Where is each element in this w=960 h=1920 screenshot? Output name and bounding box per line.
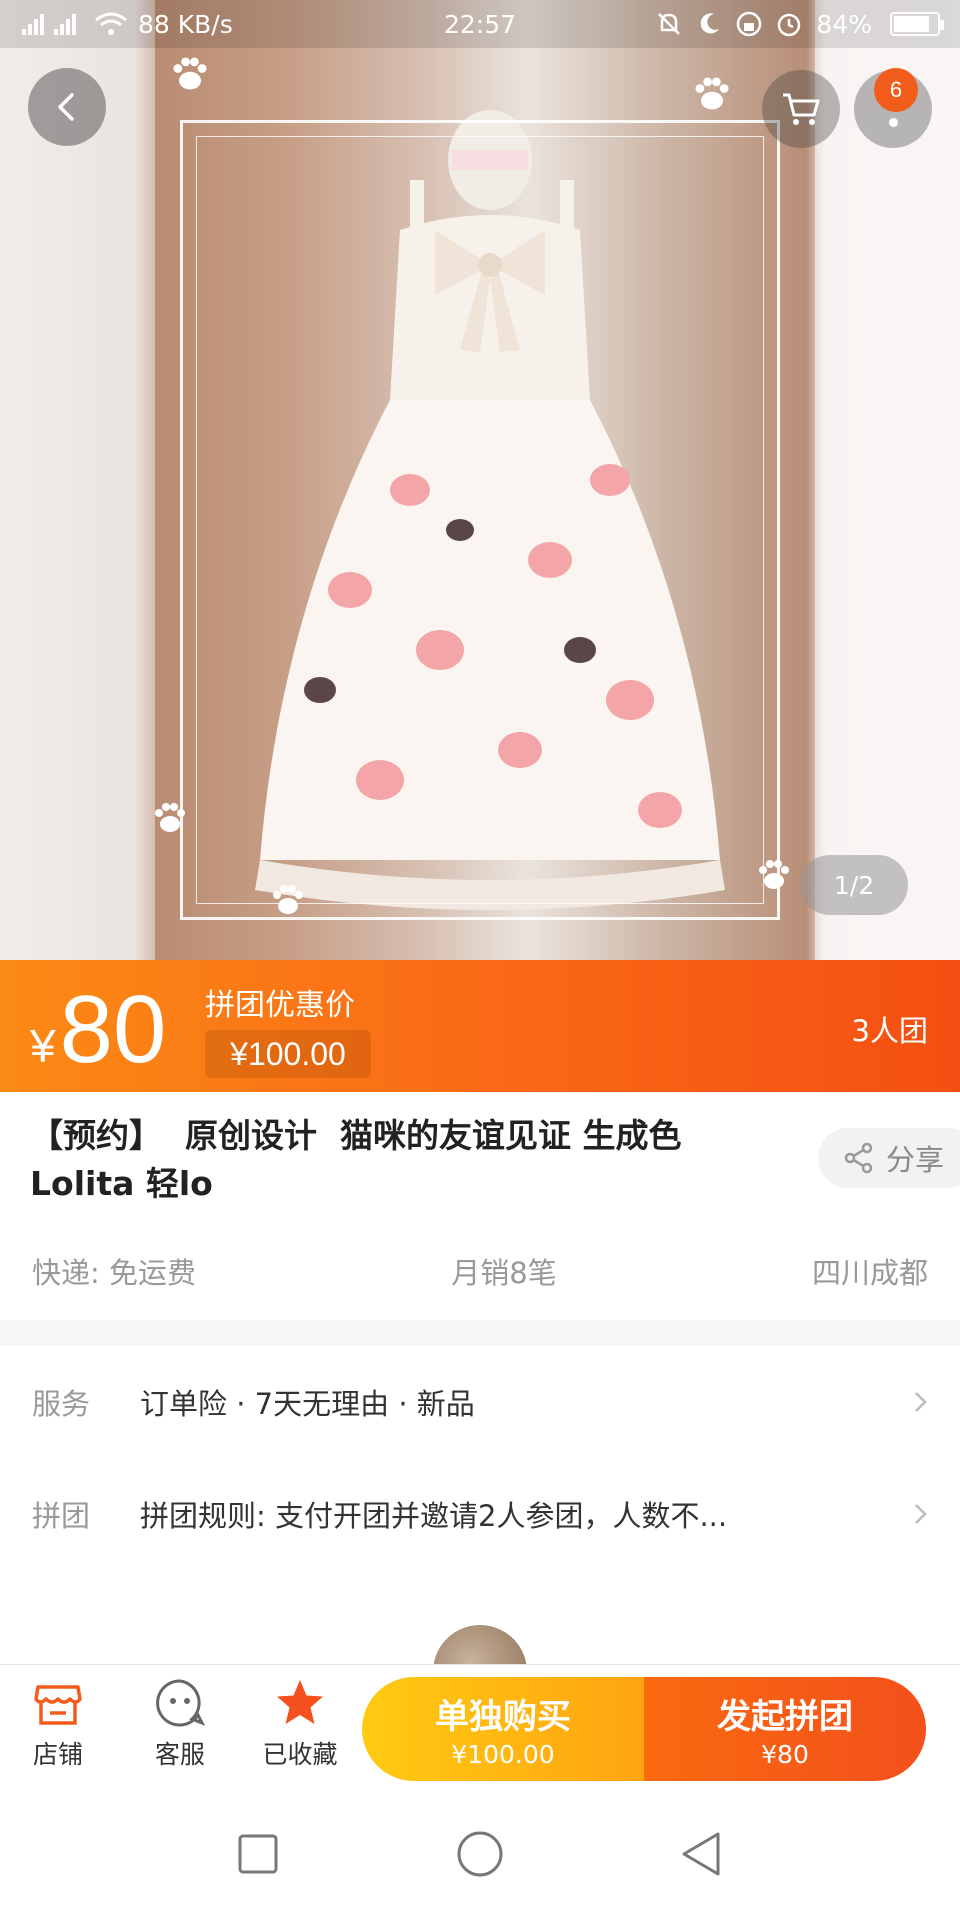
back-button[interactable] <box>28 68 106 146</box>
mute-bell-icon <box>658 13 681 35</box>
service-row[interactable]: 服务 订单险 · 7天无理由 · 新品 <box>32 1372 932 1432</box>
start-group-title: 发起拼团 <box>717 1697 853 1737</box>
moon-icon <box>701 13 720 34</box>
cart-icon <box>783 93 820 125</box>
cart-button[interactable] <box>762 70 840 148</box>
share-button[interactable]: 分享 <box>818 1128 960 1188</box>
share-icon <box>844 1142 873 1174</box>
product-title: 【预约】 原创设计 猫咪的友谊见证 生成色 Lolita 轻lo <box>30 1112 790 1208</box>
store-button[interactable]: 店铺 <box>8 1677 108 1771</box>
group-rule-value: 拼团规则: 支付开团并邀请2人参团，人数不... <box>140 1499 728 1533</box>
paw-icon <box>173 57 207 90</box>
monthly-sales: 月销8笔 <box>451 1256 557 1290</box>
store-label: 店铺 <box>32 1740 83 1769</box>
product-meta-row: 快递: 免运费 月销8笔 四川成都 <box>32 1250 928 1292</box>
alarm-icon <box>778 13 801 37</box>
status-bar: 88 KB/s 22:57 84% <box>0 0 960 48</box>
shipping-info: 快递: 免运费 <box>32 1256 196 1290</box>
buy-alone-button[interactable]: 单独购买 ¥100.00 <box>362 1677 644 1781</box>
service-value: 订单险 · 7天无理由 · 新品 <box>140 1387 475 1421</box>
lock-icon <box>737 11 762 37</box>
start-group-price: ¥80 <box>761 1740 809 1769</box>
section-divider <box>0 1320 960 1346</box>
system-nav-bar <box>0 1788 960 1920</box>
back-nav-icon[interactable] <box>676 1828 728 1880</box>
favorite-button[interactable]: 已收藏 <box>250 1677 350 1771</box>
product-title-line1: 【预约】 原创设计 猫咪的友谊见证 生成色 <box>30 1116 682 1155</box>
price-banner: ¥ 80 拼团优惠价 ¥100.00 3人团 <box>0 960 960 1092</box>
buy-alone-title: 单独购买 <box>435 1697 571 1737</box>
battery-fill <box>894 16 930 32</box>
share-label: 分享 <box>886 1143 945 1177</box>
battery-percent: 84% <box>816 9 872 39</box>
buy-buttons: 单独购买 ¥100.00 发起拼团 ¥80 <box>362 1677 926 1781</box>
chevron-right-icon <box>915 1392 927 1412</box>
chat-face-icon <box>156 1679 206 1727</box>
more-dot-icon <box>889 118 898 127</box>
product-detail-page: 88 KB/s 22:57 84% 6 1/2 ¥ 80 拼团优惠价 ¥100.… <box>0 0 960 1920</box>
decorative-frame-inner <box>196 136 764 904</box>
group-size: 3人团 <box>851 1014 928 1048</box>
group-rule-row[interactable]: 拼团 拼团规则: 支付开团并邀请2人参团，人数不... <box>32 1484 932 1544</box>
status-right: 84% <box>656 9 944 39</box>
image-counter: 1/2 <box>800 855 908 915</box>
buy-alone-price: ¥100.00 <box>451 1740 555 1769</box>
paw-icon <box>759 860 789 889</box>
recent-apps-icon[interactable] <box>232 1828 284 1880</box>
bottom-action-bar: 店铺 客服 已收藏 单独购买 ¥100.00 发起拼团 ¥80 <box>0 1664 960 1788</box>
group-price: ¥ 80 <box>30 982 166 1078</box>
customer-service-label: 客服 <box>154 1740 205 1769</box>
chevron-left-icon <box>58 93 74 121</box>
promo-label: 拼团优惠价 <box>205 988 355 1023</box>
product-title-line2: Lolita 轻lo <box>30 1164 213 1203</box>
service-label: 服务 <box>32 1387 91 1421</box>
paw-icon <box>273 885 303 914</box>
start-group-button[interactable]: 发起拼团 ¥80 <box>644 1677 926 1781</box>
battery-icon <box>890 12 944 36</box>
price-amount: 80 <box>59 976 167 1083</box>
ship-location: 四川成都 <box>811 1256 928 1290</box>
currency-symbol: ¥ <box>30 1020 56 1072</box>
paw-icon <box>155 803 185 832</box>
wifi-icon <box>95 12 127 35</box>
home-icon[interactable] <box>454 1828 506 1880</box>
cart-count-badge: 6 <box>874 68 918 112</box>
group-rule-label: 拼团 <box>32 1499 91 1533</box>
original-price: ¥100.00 <box>205 1030 371 1078</box>
status-left: 88 KB/s <box>20 10 233 39</box>
customer-service-button[interactable]: 客服 <box>130 1677 230 1771</box>
status-time: 22:57 <box>443 9 517 39</box>
signal-icon <box>22 14 76 35</box>
chevron-right-icon <box>915 1504 927 1524</box>
favorite-label: 已收藏 <box>262 1740 338 1769</box>
store-icon <box>34 1685 82 1725</box>
network-speed: 88 KB/s <box>138 9 233 39</box>
paw-icon <box>695 77 729 110</box>
star-icon <box>277 1680 323 1724</box>
